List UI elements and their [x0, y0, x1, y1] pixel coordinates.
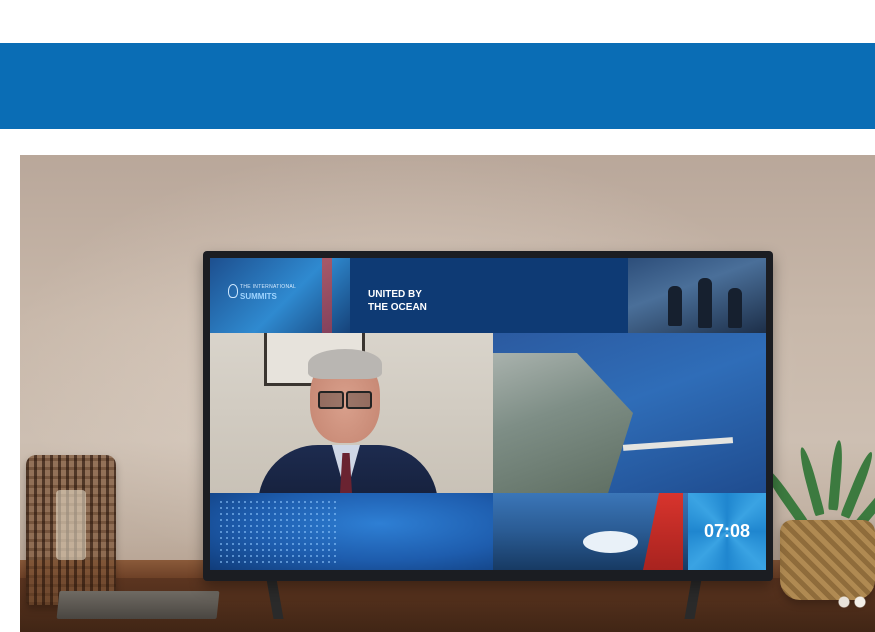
speaker-video-panel — [210, 333, 493, 493]
logo-big-text: SUMMITS — [240, 292, 277, 301]
sailor-figure — [668, 286, 682, 326]
event-title: UNITED BY THE OCEAN — [368, 288, 427, 314]
plant-pot — [780, 520, 875, 600]
book-decor — [56, 591, 220, 619]
sailor-figure — [728, 288, 742, 328]
pebbles-decor — [832, 595, 872, 609]
speaker-hair — [308, 349, 382, 379]
glasses-lens — [346, 391, 372, 409]
sailors-image-panel — [628, 258, 766, 333]
tv-screen: THE INTERNATIONAL SUMMITS UNITED BY THE … — [210, 258, 766, 570]
glasses-lens — [318, 391, 344, 409]
television: THE INTERNATIONAL SUMMITS UNITED BY THE … — [203, 251, 773, 581]
speaker-glasses — [318, 391, 372, 409]
title-panel: UNITED BY THE OCEAN — [350, 258, 628, 333]
title-line-1: UNITED BY — [368, 289, 422, 300]
logo-small-text: THE INTERNATIONAL — [240, 284, 297, 290]
summit-logo-panel: THE INTERNATIONAL SUMMITS — [210, 258, 350, 333]
aerial-harbour-panel — [493, 333, 766, 493]
countdown-timer-panel: 07:08 — [688, 493, 766, 570]
sailing-boat-panel — [493, 493, 688, 570]
wave-splash — [583, 531, 638, 553]
pier — [622, 437, 734, 451]
top-banner — [0, 43, 875, 129]
lantern-decor — [26, 455, 116, 605]
logo-mark-icon — [228, 284, 238, 298]
countdown-timer: 07:08 — [703, 521, 751, 541]
dot-grid — [218, 499, 338, 563]
coastline — [493, 353, 633, 493]
room-photo: THE INTERNATIONAL SUMMITS UNITED BY THE … — [20, 155, 875, 632]
page: THE INTERNATIONAL SUMMITS UNITED BY THE … — [0, 0, 875, 632]
sailor-figure — [698, 278, 712, 328]
lantern-glass — [56, 490, 86, 560]
title-line-2: THE OCEAN — [368, 302, 427, 313]
ocean-map-panel — [210, 493, 493, 570]
red-sail — [643, 493, 683, 570]
